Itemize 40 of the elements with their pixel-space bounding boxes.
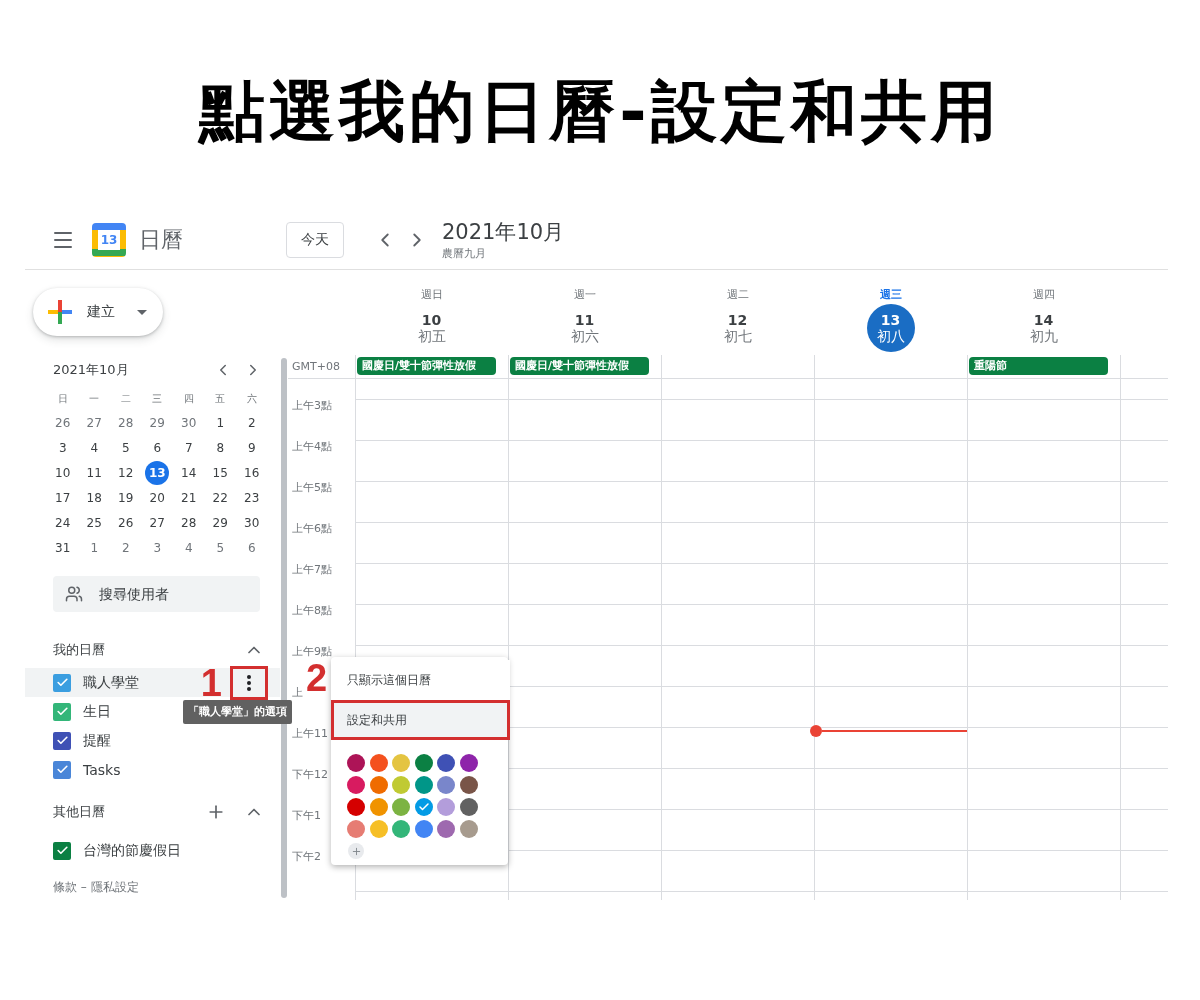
- section-heading: 我的日曆: [53, 641, 106, 659]
- weekday-label: 日: [56, 392, 69, 406]
- hour-label: 上午11: [292, 727, 328, 740]
- lunar-month: 農曆九月: [442, 246, 487, 261]
- weekday-label: 六: [245, 392, 258, 406]
- timezone-label: GMT+08: [291, 359, 341, 375]
- hour-label: 上午3點: [292, 399, 332, 412]
- hour-label: 上午7點: [292, 563, 332, 576]
- calendar-logo: 13: [92, 222, 126, 257]
- weekday-label: 二: [119, 392, 132, 406]
- hour-label: 上午6點: [292, 522, 332, 535]
- section-heading: 其他日曆: [53, 803, 106, 821]
- hour-label: 下午2: [292, 850, 321, 863]
- weekday-label: 五: [214, 392, 227, 406]
- hour-label: 上: [292, 686, 303, 699]
- weekday-label: 週四: [1032, 287, 1055, 302]
- hour-label: 上午8點: [292, 604, 332, 617]
- calendar-name: Tasks: [83, 761, 121, 778]
- calendar-name: 提醒: [83, 731, 111, 750]
- weekday-label: 週一: [573, 287, 596, 302]
- calendar-name: 職人學堂: [83, 673, 139, 692]
- mini-calendar-title: 2021年10月: [53, 361, 129, 379]
- hour-label: 下午12: [292, 768, 328, 781]
- hour-label: 上午5點: [292, 481, 332, 494]
- app-name: 日曆: [139, 225, 183, 254]
- weekday-label: 四: [182, 392, 195, 406]
- calendar-name: 台灣的節慶假日: [83, 841, 181, 860]
- calendar-name: 生日: [83, 702, 111, 721]
- step-number: 2: [306, 660, 328, 696]
- weekday-label: 週二: [726, 287, 749, 302]
- weekday-label: 一: [88, 392, 101, 406]
- weekday-label: 週三: [879, 287, 902, 302]
- current-period: 2021年10月: [442, 219, 565, 246]
- page-title: 點選我的日曆-設定和共用: [196, 72, 1002, 152]
- hour-label: 上午4點: [292, 440, 332, 453]
- hour-label: 上午9點: [292, 645, 332, 658]
- weekday-label: 週日: [420, 287, 443, 302]
- tooltip: 「職人學堂」的選項: [183, 700, 292, 724]
- hour-label: 下午1: [292, 809, 321, 822]
- weekday-label: 三: [151, 392, 164, 406]
